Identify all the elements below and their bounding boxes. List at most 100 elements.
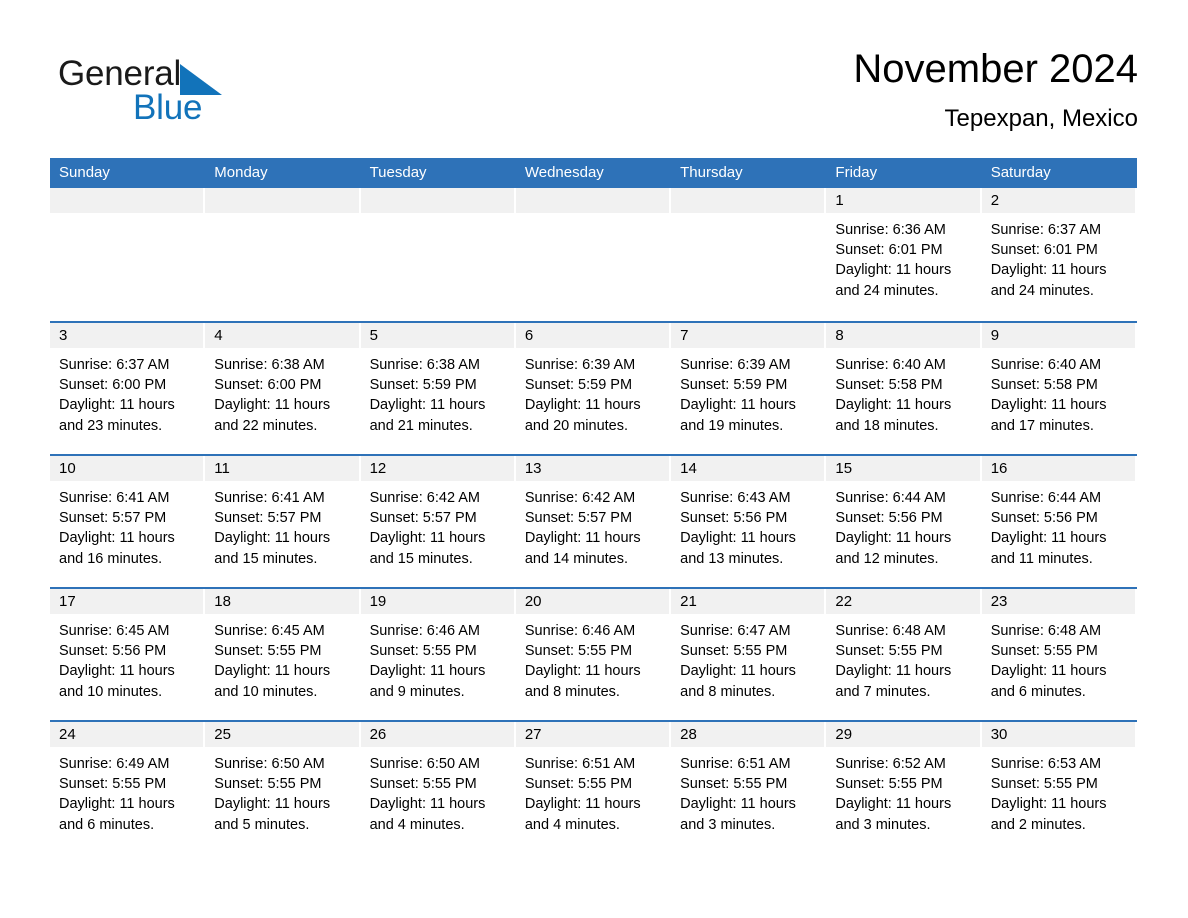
- calendar-day-cell[interactable]: 27 Sunrise: 6:51 AM Sunset: 5:55 PM Dayligh…: [515, 722, 672, 853]
- calendar-day-cell[interactable]: 2 Sunrise: 6:37 AM Sunset: 6:01 PM Daylight…: [981, 188, 1137, 321]
- sunset-text: Sunset: 6:00 PM: [214, 377, 322, 394]
- daylight-text: Daylight: 11 hours and 6 minutes.: [59, 796, 175, 833]
- sunrise-text: Sunrise: 6:46 AM: [524, 623, 636, 639]
- day-number: 6: [524, 327, 534, 344]
- day-info: Sunrise: 6:50 AM Sunset: 5:55 PM Daylight:…: [361, 747, 516, 835]
- day-info: Sunrise: 6:47 AM Sunset: 5:55 PM Daylight:…: [671, 614, 826, 702]
- daylight-text: Daylight: 11 hours and 8 minutes.: [680, 663, 796, 700]
- calendar-day-cell[interactable]: 3 Sunrise: 6:37 AM Sunset: 6:00 PM Daylight…: [50, 323, 206, 454]
- day-number-band: [360, 188, 514, 213]
- day-number: 24: [59, 726, 76, 743]
- sunset-text: Sunset: 5:55 PM: [59, 776, 167, 793]
- day-number-band: [205, 188, 359, 213]
- generalblue-logo[interactable]: General Blue: [58, 54, 318, 134]
- daylight-text: Daylight: 11 hours and 11 minutes.: [990, 530, 1107, 567]
- calendar-day-cell[interactable]: 22 Sunrise: 6:48 AM Sunset: 5:55 PM Dayligh…: [826, 589, 982, 720]
- weekday-header-saturday: Saturday: [990, 164, 1051, 181]
- sunset-text: Sunset: 5:59 PM: [524, 377, 633, 394]
- title-block: November 2024 Tepexpan, Mexico: [853, 42, 1138, 136]
- day-info: Sunrise: 6:45 AM Sunset: 5:56 PM Daylight:…: [50, 614, 205, 702]
- day-number: 27: [524, 726, 542, 743]
- calendar-day-cell-empty: [360, 188, 516, 321]
- day-info: Sunrise: 6:52 AM Sunset: 5:55 PM Daylight:…: [826, 747, 981, 835]
- day-info: Sunrise: 6:46 AM Sunset: 5:55 PM Daylight:…: [516, 614, 671, 702]
- calendar-week-row: 3 Sunrise: 6:37 AM Sunset: 6:00 PM Daylight…: [50, 321, 1137, 454]
- sunset-text: Sunset: 6:00 PM: [59, 377, 167, 394]
- calendar-day-cell-empty: [205, 188, 361, 321]
- calendar-week-row: 10 Sunrise: 6:41 AM Sunset: 5:57 PM Dayligh…: [50, 454, 1137, 587]
- daylight-text: Daylight: 11 hours and 3 minutes.: [680, 796, 796, 833]
- weekday-header-tuesday: Tuesday: [369, 164, 427, 181]
- sunset-text: Sunset: 5:55 PM: [524, 776, 633, 793]
- daylight-text: Daylight: 11 hours and 14 minutes.: [524, 530, 641, 567]
- calendar-day-cell[interactable]: 16 Sunrise: 6:44 AM Sunset: 5:56 PM Dayligh…: [981, 456, 1137, 587]
- day-number-band: 23: [981, 589, 1135, 614]
- day-info: Sunrise: 6:45 AM Sunset: 5:55 PM Daylight:…: [205, 614, 360, 702]
- daylight-text: Daylight: 11 hours and 18 minutes.: [835, 397, 952, 434]
- calendar-day-cell[interactable]: 23 Sunrise: 6:48 AM Sunset: 5:55 PM Dayligh…: [981, 589, 1137, 720]
- day-number: 5: [369, 327, 378, 344]
- day-number: 28: [680, 726, 697, 743]
- calendar-week-row: 24 Sunrise: 6:49 AM Sunset: 5:55 PM Dayligh…: [50, 720, 1137, 853]
- day-info: Sunrise: 6:37 AM Sunset: 6:00 PM Daylight:…: [50, 348, 205, 436]
- sunrise-text: Sunrise: 6:36 AM: [835, 222, 946, 238]
- day-info: Sunrise: 6:49 AM Sunset: 5:55 PM Daylight:…: [50, 747, 205, 835]
- day-number-band: 13: [515, 456, 670, 481]
- daylight-text: Daylight: 11 hours and 2 minutes.: [990, 796, 1107, 833]
- calendar-day-cell[interactable]: 1 Sunrise: 6:36 AM Sunset: 6:01 PM Daylight…: [826, 188, 982, 321]
- calendar-day-cell[interactable]: 13 Sunrise: 6:42 AM Sunset: 5:57 PM Dayligh…: [515, 456, 672, 587]
- calendar-day-cell[interactable]: 14 Sunrise: 6:43 AM Sunset: 5:56 PM Dayligh…: [671, 456, 827, 587]
- calendar-day-cell[interactable]: 11 Sunrise: 6:41 AM Sunset: 5:57 PM Dayligh…: [205, 456, 361, 587]
- daylight-text: Daylight: 11 hours and 3 minutes.: [835, 796, 952, 833]
- sunset-text: Sunset: 5:56 PM: [680, 510, 788, 527]
- calendar-day-cell[interactable]: 9 Sunrise: 6:40 AM Sunset: 5:58 PM Daylight…: [981, 323, 1137, 454]
- calendar-day-cell[interactable]: 17 Sunrise: 6:45 AM Sunset: 5:56 PM Dayligh…: [50, 589, 206, 720]
- sunrise-text: Sunrise: 6:47 AM: [680, 623, 791, 639]
- calendar-day-cell[interactable]: 10 Sunrise: 6:41 AM Sunset: 5:57 PM Dayligh…: [50, 456, 206, 587]
- day-number-band: 17: [50, 589, 204, 614]
- sunset-text: Sunset: 5:58 PM: [835, 377, 943, 394]
- calendar-day-cell[interactable]: 20 Sunrise: 6:46 AM Sunset: 5:55 PM Dayligh…: [515, 589, 672, 720]
- calendar-day-cell[interactable]: 15 Sunrise: 6:44 AM Sunset: 5:56 PM Dayligh…: [826, 456, 982, 587]
- sunrise-text: Sunrise: 6:37 AM: [990, 222, 1102, 238]
- weekday-header-row: Sunday Monday Tuesday Wednesday Thursday…: [50, 158, 1137, 188]
- daylight-text: Daylight: 11 hours and 5 minutes.: [214, 796, 331, 833]
- day-number-band: 25: [205, 722, 359, 747]
- day-number-band: 26: [360, 722, 514, 747]
- day-info: Sunrise: 6:51 AM Sunset: 5:55 PM Daylight:…: [671, 747, 826, 835]
- calendar-day-cell[interactable]: 8 Sunrise: 6:40 AM Sunset: 5:58 PM Daylight…: [826, 323, 982, 454]
- day-info: Sunrise: 6:38 AM Sunset: 5:59 PM Daylight:…: [361, 348, 516, 436]
- day-number-band: 3: [50, 323, 204, 348]
- calendar-day-cell[interactable]: 12 Sunrise: 6:42 AM Sunset: 5:57 PM Dayligh…: [360, 456, 516, 587]
- sunset-text: Sunset: 5:56 PM: [835, 510, 943, 527]
- day-number: 7: [680, 327, 689, 344]
- daylight-text: Daylight: 11 hours and 17 minutes.: [990, 397, 1107, 434]
- calendar-day-cell[interactable]: 6 Sunrise: 6:39 AM Sunset: 5:59 PM Daylight…: [515, 323, 672, 454]
- sunrise-text: Sunrise: 6:37 AM: [59, 357, 170, 373]
- calendar-day-cell[interactable]: 30 Sunrise: 6:53 AM Sunset: 5:55 PM Dayligh…: [981, 722, 1137, 853]
- calendar-day-cell[interactable]: 4 Sunrise: 6:38 AM Sunset: 6:00 PM Daylight…: [205, 323, 361, 454]
- calendar-day-cell[interactable]: 5 Sunrise: 6:38 AM Sunset: 5:59 PM Daylight…: [360, 323, 516, 454]
- calendar-day-cell[interactable]: 21 Sunrise: 6:47 AM Sunset: 5:55 PM Dayligh…: [671, 589, 827, 720]
- calendar-day-cell[interactable]: 26 Sunrise: 6:50 AM Sunset: 5:55 PM Dayligh…: [360, 722, 516, 853]
- day-number: 10: [59, 460, 76, 477]
- day-info: Sunrise: 6:41 AM Sunset: 5:57 PM Daylight:…: [50, 481, 205, 569]
- day-info: Sunrise: 6:39 AM Sunset: 5:59 PM Daylight:…: [516, 348, 671, 436]
- calendar-day-cell[interactable]: 18 Sunrise: 6:45 AM Sunset: 5:55 PM Dayligh…: [205, 589, 361, 720]
- calendar-day-cell[interactable]: 7 Sunrise: 6:39 AM Sunset: 5:59 PM Daylight…: [671, 323, 827, 454]
- calendar-day-cell[interactable]: 25 Sunrise: 6:50 AM Sunset: 5:55 PM Dayligh…: [205, 722, 361, 853]
- sunset-text: Sunset: 5:57 PM: [524, 510, 633, 527]
- day-number: 11: [214, 460, 230, 477]
- day-number-band: 1: [826, 188, 980, 213]
- day-number: 30: [990, 726, 1008, 743]
- sunset-text: Sunset: 6:01 PM: [990, 242, 1098, 259]
- calendar-day-cell-empty: [671, 188, 827, 321]
- day-number: 2: [990, 192, 1000, 209]
- day-number-band: 24: [50, 722, 204, 747]
- calendar-day-cell[interactable]: 19 Sunrise: 6:46 AM Sunset: 5:55 PM Dayligh…: [360, 589, 516, 720]
- sunset-text: Sunset: 5:55 PM: [369, 643, 477, 660]
- calendar-day-cell[interactable]: 28 Sunrise: 6:51 AM Sunset: 5:55 PM Dayligh…: [671, 722, 827, 853]
- calendar-day-cell[interactable]: 24 Sunrise: 6:49 AM Sunset: 5:55 PM Dayligh…: [50, 722, 206, 853]
- calendar-day-cell[interactable]: 29 Sunrise: 6:52 AM Sunset: 5:55 PM Dayligh…: [826, 722, 982, 853]
- sunset-text: Sunset: 5:59 PM: [369, 377, 477, 394]
